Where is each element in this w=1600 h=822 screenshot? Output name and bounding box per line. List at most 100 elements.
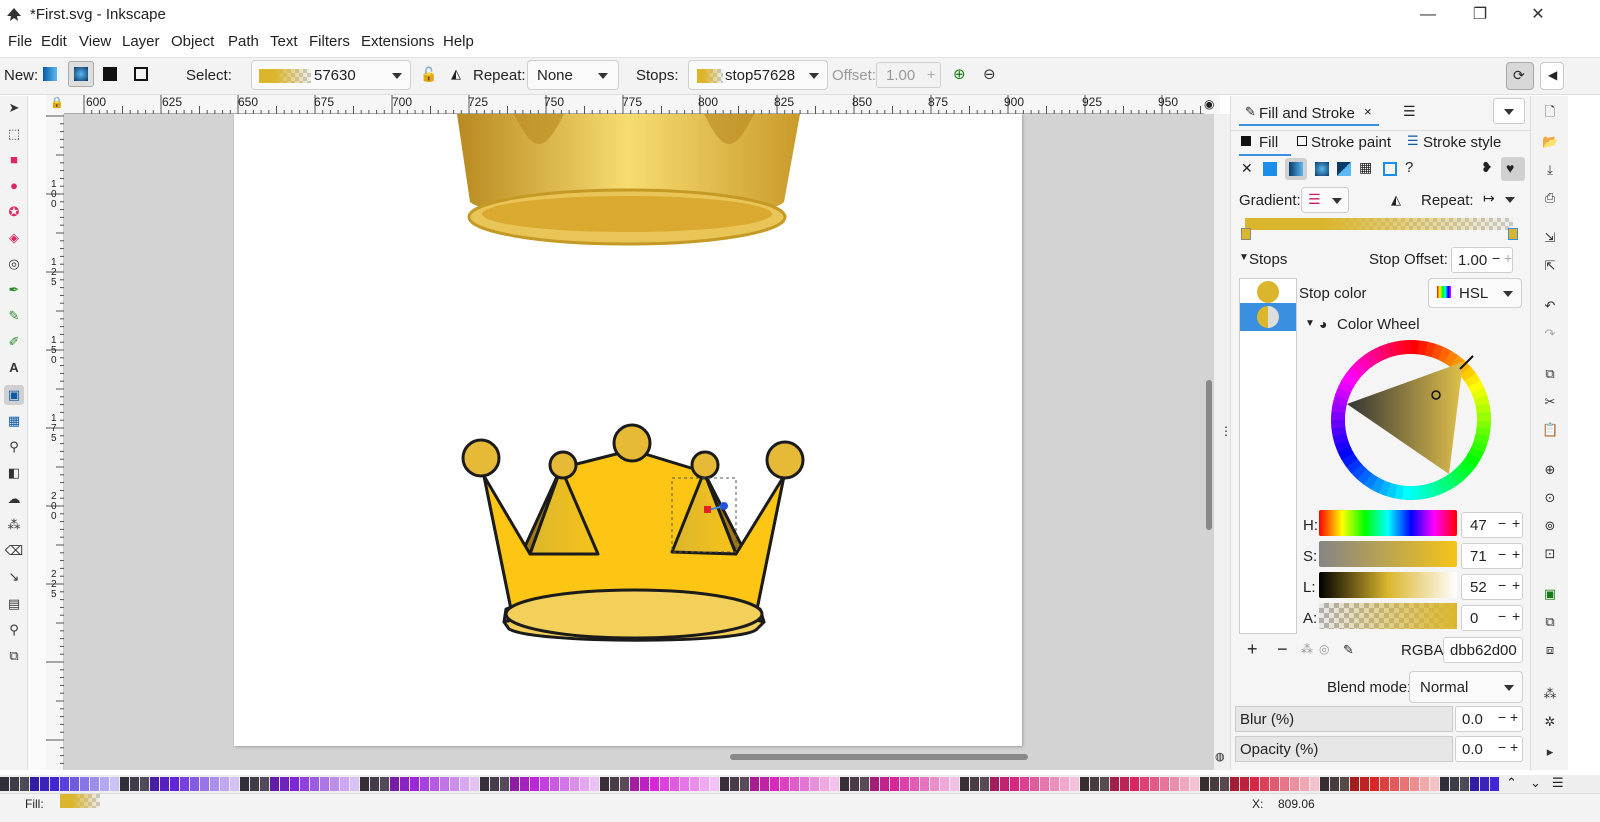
delete-stop-icon[interactable]: ⊖ (983, 65, 996, 83)
reverse-icon[interactable]: ◭ (451, 66, 461, 82)
palette-swatch[interactable] (540, 777, 550, 791)
vertical-ruler[interactable]: 100 125 150 175 200 225 (46, 114, 64, 770)
fill-subtab[interactable]: Fill (1239, 132, 1291, 156)
radial-new-button[interactable] (68, 61, 94, 87)
realistic-crown[interactable] (457, 114, 800, 246)
palette-swatch[interactable] (70, 777, 80, 791)
opacity-field[interactable]: 0.0 − + (1455, 736, 1523, 762)
stroke-paint-subtab[interactable]: Stroke paint (1295, 132, 1407, 156)
palette-swatch[interactable] (910, 777, 920, 791)
color-mode-dropdown[interactable]: HSL (1428, 278, 1522, 308)
palette-swatch[interactable] (1220, 777, 1230, 791)
palette-swatch[interactable] (250, 777, 260, 791)
palette-swatch[interactable] (950, 777, 960, 791)
palette-swatch[interactable] (1010, 777, 1020, 791)
palette-swatch[interactable] (230, 777, 240, 791)
color-palette[interactable]: ⌃ ⌄ ☰ (0, 775, 1600, 793)
rectangle-tool-icon[interactable]: ■ (4, 150, 24, 170)
zoom-drawing-icon[interactable]: ⊙ (1542, 490, 1558, 506)
palette-swatch[interactable] (300, 777, 310, 791)
fill-rule-nonzero-button[interactable]: ♥ (1501, 157, 1525, 181)
palette-swatch[interactable] (820, 777, 830, 791)
menu-filters[interactable]: Filters (309, 33, 350, 50)
palette-swatch[interactable] (580, 777, 590, 791)
palette-swatch[interactable] (1320, 777, 1330, 791)
palette-swatch[interactable] (1060, 777, 1070, 791)
reverse-gradient-icon[interactable]: ◭ (1391, 192, 1401, 208)
box3d-tool-icon[interactable]: ◈ (4, 228, 24, 248)
no-paint-icon[interactable]: ✕ (1241, 160, 1253, 177)
horizontal-ruler[interactable]: 600 625 650 675 700 725 750 775 800 825 … (64, 95, 1214, 114)
blur-slider[interactable]: Blur (%) (1235, 706, 1453, 732)
palette-swatch[interactable] (460, 777, 470, 791)
palette-swatch[interactable] (560, 777, 570, 791)
palette-swatch[interactable] (310, 777, 320, 791)
text-tool-icon[interactable]: A (4, 358, 24, 378)
palette-swatch[interactable] (620, 777, 630, 791)
palette-swatch[interactable] (690, 777, 700, 791)
minus-icon[interactable]: − (1498, 546, 1506, 562)
palette-swatch[interactable] (860, 777, 870, 791)
palette-swatch[interactable] (930, 777, 940, 791)
dropper-tool-icon[interactable]: ⚲ (4, 437, 24, 457)
mesh-tool-icon[interactable]: ▦ (4, 411, 24, 431)
lock-icon[interactable]: 🔓 (420, 66, 437, 83)
palette-swatch[interactable] (700, 777, 710, 791)
stops-expander-icon[interactable]: ▼ (1239, 252, 1249, 263)
palette-swatch[interactable] (1290, 777, 1300, 791)
color-wheel[interactable] (1327, 336, 1495, 504)
palette-swatch[interactable] (370, 777, 380, 791)
palette-swatch[interactable] (1330, 777, 1340, 791)
palette-swatch[interactable] (330, 777, 340, 791)
palette-swatch[interactable] (1350, 777, 1360, 791)
gradient-select-dropdown[interactable]: 57630 (251, 60, 411, 90)
menu-file[interactable]: File (8, 33, 32, 50)
spray-tool-icon[interactable]: ⁂ (4, 515, 24, 535)
palette-swatch[interactable] (0, 777, 10, 791)
swatch-icon[interactable] (1383, 162, 1397, 176)
palette-swatch[interactable] (1200, 777, 1210, 791)
gradient-end-handle[interactable] (720, 502, 728, 510)
palette-swatch[interactable] (490, 777, 500, 791)
pencil-tool-icon[interactable]: ✎ (4, 306, 24, 326)
palette-swatch[interactable] (850, 777, 860, 791)
palette-swatch[interactable] (100, 777, 110, 791)
panel-dropdown-button[interactable] (1493, 98, 1525, 124)
ungroup-icon[interactable]: ✲ (1542, 714, 1558, 730)
paint-bucket-tool-icon[interactable]: ◧ (4, 463, 24, 483)
zoom-correction-icon[interactable]: ◉ (1204, 95, 1220, 114)
hue-field[interactable]: 47 − + (1461, 512, 1523, 538)
saturation-field[interactable]: 71 − + (1461, 543, 1523, 569)
more-commands-icon[interactable]: ▸ (1542, 744, 1558, 760)
stop-offset-field[interactable]: 1.00 − + (1451, 247, 1513, 273)
palette-swatch[interactable] (640, 777, 650, 791)
palette-swatch[interactable] (140, 777, 150, 791)
unset-paint-icon[interactable]: ? (1405, 159, 1413, 176)
repeat-dropdown[interactable]: None (527, 60, 619, 90)
palette-swatch[interactable] (400, 777, 410, 791)
redo-icon[interactable]: ↷ (1542, 326, 1558, 342)
palette-swatch[interactable] (510, 777, 520, 791)
menu-edit[interactable]: Edit (41, 33, 67, 50)
palette-swatch[interactable] (360, 777, 370, 791)
group-icon[interactable]: ⁂ (1542, 686, 1558, 702)
linear-gradient-icon[interactable] (43, 67, 57, 81)
eraser-tool-icon[interactable]: ⌫ (4, 541, 24, 561)
zoom-selection-icon[interactable]: ⊕ (1542, 462, 1558, 478)
gradient-tool-icon[interactable]: ▣ (4, 385, 24, 405)
palette-swatch[interactable] (990, 777, 1000, 791)
palette-swatch[interactable] (870, 777, 880, 791)
palette-scroll-up-icon[interactable]: ⌃ (1506, 775, 1517, 791)
plus-icon[interactable]: + (1510, 709, 1518, 725)
palette-swatch[interactable] (1470, 777, 1480, 791)
palette-swatch[interactable] (20, 777, 30, 791)
plus-icon[interactable]: + (1504, 250, 1512, 266)
palette-swatch[interactable] (1260, 777, 1270, 791)
unlink-clone-icon[interactable]: ⧈ (1542, 642, 1558, 658)
repeat-mode-dropdown[interactable]: ↦ (1481, 188, 1527, 212)
horizontal-scrollbar[interactable] (730, 754, 1028, 760)
plus-icon[interactable]: + (1512, 546, 1520, 562)
color-wheel-expander-icon[interactable]: ▼ (1305, 318, 1315, 329)
palette-swatch[interactable] (1170, 777, 1180, 791)
gradient-stop-start[interactable] (1241, 228, 1251, 240)
